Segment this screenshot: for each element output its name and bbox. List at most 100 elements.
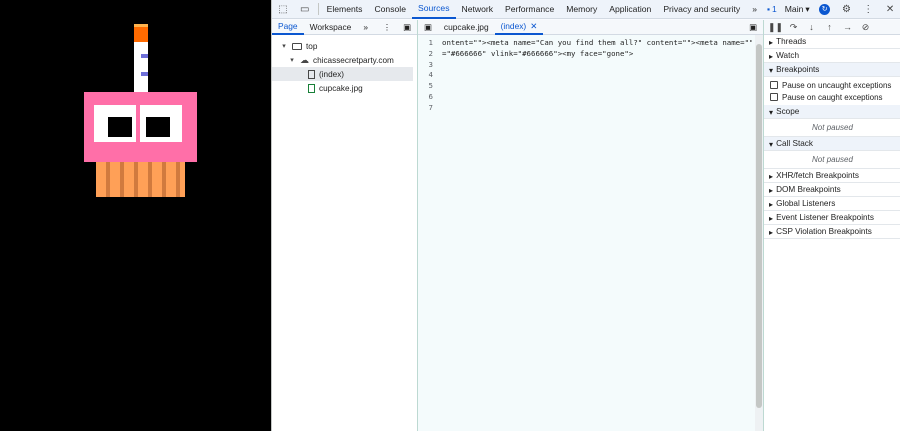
section-threads[interactable]: ▸ Threads — [764, 35, 900, 49]
chevron-down-icon: ▾ — [290, 57, 294, 64]
scrollbar-thumb[interactable] — [756, 44, 762, 408]
editor-tab-cupcake[interactable]: cupcake.jpg — [438, 20, 495, 35]
chevron-down-icon: ▾ — [769, 65, 774, 75]
image-file-icon — [308, 83, 315, 93]
toggle-navigator-icon[interactable]: ▣ — [418, 20, 438, 35]
section-label: Event Listener Breakpoints — [776, 213, 874, 222]
tab-memory[interactable]: Memory — [560, 0, 603, 19]
tree-item-cupcake[interactable]: cupcake.jpg — [272, 81, 417, 95]
close-icon[interactable]: ✕ — [530, 21, 537, 31]
tab-privacy-security[interactable]: Privacy and security — [657, 0, 746, 19]
chevron-right-icon: ▸ — [769, 227, 774, 237]
chevron-right-icon: ▸ — [769, 51, 774, 61]
tab-workspace[interactable]: Workspace — [304, 20, 358, 35]
eye-right — [140, 105, 182, 142]
chevron-down-icon: ▾ — [769, 107, 774, 117]
pause-uncaught-checkbox[interactable]: Pause on uncaught exceptions — [764, 79, 900, 91]
tree-item-top[interactable]: ▾ top — [272, 39, 417, 53]
tab-network[interactable]: Network — [456, 0, 500, 19]
code-line[interactable]: 6 — [418, 92, 763, 103]
tree-item-domain[interactable]: ▾ ☁ chicassecretparty.com — [272, 53, 417, 67]
code-line[interactable]: 1 ontent=""><meta name="Can you find them… — [418, 38, 763, 49]
sync-icon[interactable]: ↻ — [814, 0, 836, 19]
line-number[interactable]: 1 — [418, 38, 442, 49]
editor-tabs: ▣ cupcake.jpg (index) ✕ ▣ — [418, 20, 763, 35]
code-line[interactable]: 4 — [418, 70, 763, 81]
more-options-icon[interactable]: ⋮ — [377, 20, 397, 35]
line-number[interactable]: 3 — [418, 60, 442, 71]
line-source — [442, 70, 752, 81]
pause-icon[interactable]: ❚❚ — [768, 22, 783, 33]
line-source: ="#666666" vlink="#666666"><my face="gon… — [442, 48, 634, 58]
tab-application[interactable]: Application — [603, 0, 657, 19]
tab-console[interactable]: Console — [368, 0, 412, 19]
more-options-icon[interactable]: ⋮ — [857, 0, 879, 19]
navigator-more-button[interactable]: » — [357, 20, 374, 35]
code-line[interactable]: 3 — [418, 60, 763, 71]
frame-icon — [292, 42, 302, 50]
section-label: Global Listeners — [776, 199, 836, 208]
code-view[interactable]: 1 ontent=""><meta name="Can you find them… — [418, 35, 763, 114]
page-canvas — [0, 0, 271, 431]
tree-item-label: top — [306, 41, 318, 51]
step-over-icon[interactable]: ↷ — [786, 22, 801, 33]
line-number[interactable]: 7 — [418, 103, 442, 114]
tab-performance[interactable]: Performance — [499, 0, 560, 19]
pause-caught-checkbox[interactable]: Pause on caught exceptions — [764, 91, 900, 103]
line-source: ontent=""><meta name="Can you find them … — [442, 38, 752, 47]
tab-elements[interactable]: Elements — [321, 0, 369, 19]
cupcake-wrapper — [96, 162, 185, 197]
close-icon[interactable]: ✕ — [879, 0, 900, 19]
tree-item-label: cupcake.jpg — [319, 83, 363, 93]
debugger-sidebar: ❚❚ ↷ ↓ ↑ → ⊘ ▸ Threads ▸ Watch ▾ Breakpoint… — [763, 20, 900, 431]
toggle-navigator-icon[interactable]: ▣ — [397, 20, 417, 35]
section-event-listener-breakpoints[interactable]: ▸ Event Listener Breakpoints — [764, 211, 900, 225]
gear-icon[interactable]: ⚙ — [836, 0, 858, 19]
line-number[interactable]: 5 — [418, 81, 442, 92]
section-global-listeners[interactable]: ▸ Global Listeners — [764, 197, 900, 211]
message-icon: ▪ — [767, 4, 771, 14]
candle — [134, 42, 148, 92]
section-watch[interactable]: ▸ Watch — [764, 49, 900, 63]
checkbox-box[interactable] — [770, 93, 778, 101]
more-tabs-button[interactable]: » — [746, 0, 763, 19]
sources-navigator: Page Workspace » ⋮ ▣ ▾ top ▾ ☁ chicassec… — [272, 20, 418, 431]
section-xhr-breakpoints[interactable]: ▸ XHR/fetch Breakpoints — [764, 169, 900, 183]
checkbox-box[interactable] — [770, 81, 778, 89]
line-number[interactable]: 4 — [418, 70, 442, 81]
tree-item-label: (index) — [319, 69, 345, 79]
code-line[interactable]: 7 — [418, 103, 763, 114]
deactivate-breakpoints-icon[interactable]: ⊘ — [858, 22, 873, 33]
step-into-icon[interactable]: ↓ — [804, 22, 819, 32]
issues-badge[interactable]: ▪ 1 — [763, 4, 781, 14]
toggle-debugger-icon[interactable]: ▣ — [743, 20, 763, 35]
line-number[interactable]: 2 — [418, 49, 442, 60]
eye-left — [94, 105, 136, 142]
section-dom-breakpoints[interactable]: ▸ DOM Breakpoints — [764, 183, 900, 197]
code-line[interactable]: 5 — [418, 81, 763, 92]
checkbox-label: Pause on caught exceptions — [782, 92, 883, 102]
inspect-element-icon[interactable]: ⬚ — [272, 0, 294, 19]
device-toolbar-icon[interactable]: ▭ — [294, 0, 316, 19]
tab-page[interactable]: Page — [272, 20, 304, 35]
section-breakpoints[interactable]: ▾ Breakpoints — [764, 63, 900, 77]
section-csp-breakpoints[interactable]: ▸ CSP Violation Breakpoints — [764, 225, 900, 239]
editor-tab-label: (index) — [500, 21, 527, 31]
line-source — [442, 60, 752, 71]
call-stack-status: Not paused — [764, 151, 900, 169]
code-line[interactable]: 2 ="#666666" vlink="#666666"><my face="go… — [418, 49, 763, 60]
chevron-down-icon: ▾ — [769, 139, 774, 149]
chevron-down-icon: ▾ — [805, 3, 810, 14]
section-scope[interactable]: ▾ Scope — [764, 105, 900, 119]
cloud-icon: ☁ — [300, 54, 309, 65]
section-call-stack[interactable]: ▾ Call Stack — [764, 137, 900, 151]
context-selector[interactable]: Main ▾ — [781, 4, 814, 15]
editor-tab-index[interactable]: (index) ✕ — [494, 20, 544, 35]
tab-sources[interactable]: Sources — [411, 0, 456, 19]
tree-item-index[interactable]: (index) — [272, 67, 413, 81]
candle-flame — [134, 24, 148, 42]
line-source — [442, 103, 752, 114]
step-icon[interactable]: → — [840, 22, 855, 32]
step-out-icon[interactable]: ↑ — [822, 22, 837, 32]
line-number[interactable]: 6 — [418, 92, 442, 103]
